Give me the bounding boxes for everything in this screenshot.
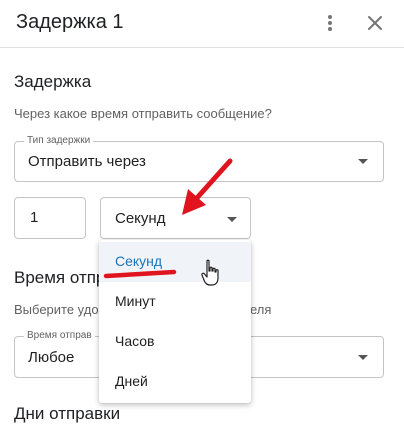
send-days-section-title: Дни отправки <box>14 404 121 423</box>
delay-amount-input[interactable]: 1 <box>14 197 86 239</box>
chevron-down-icon <box>358 355 368 360</box>
annotation-underline <box>103 269 177 279</box>
dialog-header: Задержка 1 <box>0 0 404 48</box>
delay-hint: Через какое время отправить сообщение? <box>14 106 272 121</box>
delay-type-value: Отправить через <box>28 153 146 170</box>
delay-unit-menu: Секунд Минут Часов Дней <box>99 240 251 403</box>
send-time-label: Время отправ <box>24 329 95 343</box>
send-time-value: Любое <box>28 349 75 366</box>
send-time-section-title: Время отпр <box>14 268 106 287</box>
send-time-hint-right: еля <box>250 302 272 317</box>
hand-cursor-icon <box>201 259 219 286</box>
menu-item-days[interactable]: Дней <box>99 362 251 402</box>
delay-type-label: Тип задержки <box>24 134 94 148</box>
chevron-down-icon <box>358 159 368 164</box>
send-time-hint-left: Выберите удоб <box>14 302 107 317</box>
delay-section-title: Задержка <box>14 72 92 91</box>
close-icon[interactable] <box>364 12 386 34</box>
more-vert-icon[interactable] <box>323 11 337 35</box>
delay-amount-value: 1 <box>30 209 39 226</box>
delay-unit-value: Секунд <box>115 210 166 227</box>
menu-item-minutes[interactable]: Минут <box>99 282 251 322</box>
dialog-title: Задержка 1 <box>16 11 124 33</box>
menu-item-hours[interactable]: Часов <box>99 322 251 362</box>
annotation-arrow-icon <box>182 158 233 215</box>
